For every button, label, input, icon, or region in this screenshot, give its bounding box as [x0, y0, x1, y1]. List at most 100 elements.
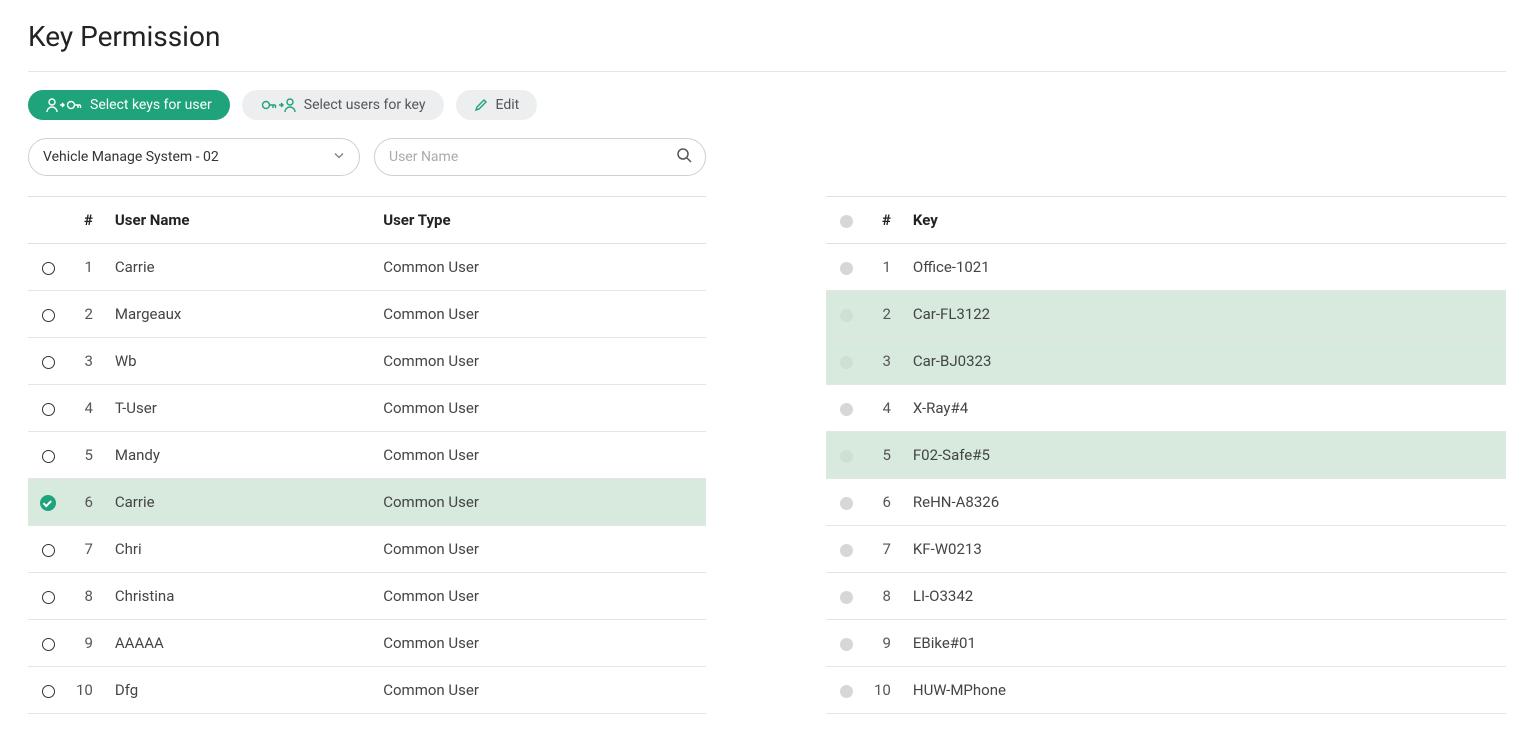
key-row-name: ReHN-A8326 [905, 479, 1506, 526]
key-row-name: Office-1021 [905, 244, 1506, 291]
table-row[interactable]: 5MandyCommon User [28, 432, 706, 479]
user-row-name: Christina [107, 573, 375, 620]
user-row-type: Common User [375, 244, 706, 291]
keys-header-key: Key [905, 197, 1506, 244]
table-row[interactable]: 9EBike#01 [826, 620, 1506, 667]
table-row[interactable]: 1CarrieCommon User [28, 244, 706, 291]
table-row[interactable]: 9AAAAACommon User [28, 620, 706, 667]
user-row-radio[interactable] [28, 432, 68, 479]
key-row-check[interactable] [826, 385, 866, 432]
key-row-name: EBike#01 [905, 620, 1506, 667]
table-row[interactable]: 6CarrieCommon User [28, 479, 706, 526]
key-row-check[interactable] [826, 620, 866, 667]
table-row[interactable]: 7ChriCommon User [28, 526, 706, 573]
system-select[interactable]: Vehicle Manage System - 02 [28, 138, 360, 176]
edit-label: Edit [496, 97, 520, 113]
table-row[interactable]: 2Car-FL3122 [826, 291, 1506, 338]
table-row[interactable]: 4T-UserCommon User [28, 385, 706, 432]
system-select-value: Vehicle Manage System - 02 [28, 138, 360, 176]
user-row-radio[interactable] [28, 291, 68, 338]
table-row[interactable]: 4X-Ray#4 [826, 385, 1506, 432]
key-row-name: LI-O3342 [905, 573, 1506, 620]
users-header-type: User Type [375, 197, 706, 244]
table-row[interactable]: 3Car-BJ0323 [826, 338, 1506, 385]
users-header-num: # [68, 197, 107, 244]
page-divider [28, 71, 1506, 72]
user-row-num: 4 [68, 385, 107, 432]
user-row-radio[interactable] [28, 573, 68, 620]
select-users-for-key-button[interactable]: Select users for key [242, 90, 444, 120]
user-row-num: 5 [68, 432, 107, 479]
select-keys-for-user-button[interactable]: Select keys for user [28, 90, 230, 120]
table-row[interactable]: 1Office-1021 [826, 244, 1506, 291]
user-row-radio[interactable] [28, 385, 68, 432]
users-header-name: User Name [107, 197, 375, 244]
user-row-radio[interactable] [28, 667, 68, 714]
table-row[interactable]: 2MargeauxCommon User [28, 291, 706, 338]
table-row[interactable]: 10HUW-MPhone [826, 667, 1506, 714]
user-row-name: Carrie [107, 479, 375, 526]
user-row-name: T-User [107, 385, 375, 432]
user-search-wrap [374, 138, 706, 176]
key-row-num: 4 [866, 385, 905, 432]
user-row-type: Common User [375, 620, 706, 667]
table-row[interactable]: 8LI-O3342 [826, 573, 1506, 620]
users-table: # User Name User Type 1CarrieCommon User… [28, 196, 706, 714]
key-row-check[interactable] [826, 479, 866, 526]
key-row-check[interactable] [826, 244, 866, 291]
pencil-icon [474, 98, 488, 112]
edit-button[interactable]: Edit [456, 90, 538, 120]
keys-header-check[interactable] [826, 197, 866, 244]
key-row-name: X-Ray#4 [905, 385, 1506, 432]
toolbar: Select keys for user Select users for ke… [28, 90, 1506, 120]
key-row-num: 5 [866, 432, 905, 479]
table-row[interactable]: 10DfgCommon User [28, 667, 706, 714]
user-row-name: AAAAA [107, 620, 375, 667]
keys-table: # Key 1Office-10212Car-FL31223Car-BJ0323… [826, 196, 1506, 714]
user-row-num: 6 [68, 479, 107, 526]
key-row-check[interactable] [826, 526, 866, 573]
user-row-type: Common User [375, 291, 706, 338]
user-row-name: Carrie [107, 244, 375, 291]
user-to-key-icon [46, 97, 82, 113]
user-row-type: Common User [375, 338, 706, 385]
user-row-num: 10 [68, 667, 107, 714]
user-row-radio[interactable] [28, 526, 68, 573]
user-row-type: Common User [375, 573, 706, 620]
table-row[interactable]: 6ReHN-A8326 [826, 479, 1506, 526]
user-search-input[interactable] [374, 138, 706, 176]
user-row-type: Common User [375, 432, 706, 479]
user-row-radio[interactable] [28, 244, 68, 291]
user-row-radio[interactable] [28, 479, 68, 526]
user-row-num: 3 [68, 338, 107, 385]
search-icon[interactable] [676, 147, 692, 167]
key-row-num: 1 [866, 244, 905, 291]
user-row-num: 8 [68, 573, 107, 620]
user-row-name: Dfg [107, 667, 375, 714]
key-row-check[interactable] [826, 573, 866, 620]
table-row[interactable]: 8ChristinaCommon User [28, 573, 706, 620]
key-row-num: 9 [866, 620, 905, 667]
user-row-name: Wb [107, 338, 375, 385]
key-row-check[interactable] [826, 338, 866, 385]
user-row-type: Common User [375, 385, 706, 432]
table-row[interactable]: 5F02-Safe#5 [826, 432, 1506, 479]
keys-header-num: # [866, 197, 905, 244]
key-row-num: 7 [866, 526, 905, 573]
user-row-radio[interactable] [28, 620, 68, 667]
table-row[interactable]: 7KF-W0213 [826, 526, 1506, 573]
key-to-user-icon [260, 97, 296, 113]
key-row-num: 3 [866, 338, 905, 385]
key-row-check[interactable] [826, 432, 866, 479]
user-row-radio[interactable] [28, 338, 68, 385]
user-row-type: Common User [375, 526, 706, 573]
key-row-name: Car-BJ0323 [905, 338, 1506, 385]
select-users-for-key-label: Select users for key [304, 97, 426, 113]
user-row-name: Mandy [107, 432, 375, 479]
key-row-check[interactable] [826, 291, 866, 338]
key-row-num: 6 [866, 479, 905, 526]
key-row-name: F02-Safe#5 [905, 432, 1506, 479]
key-row-check[interactable] [826, 667, 866, 714]
key-row-num: 10 [866, 667, 905, 714]
table-row[interactable]: 3WbCommon User [28, 338, 706, 385]
